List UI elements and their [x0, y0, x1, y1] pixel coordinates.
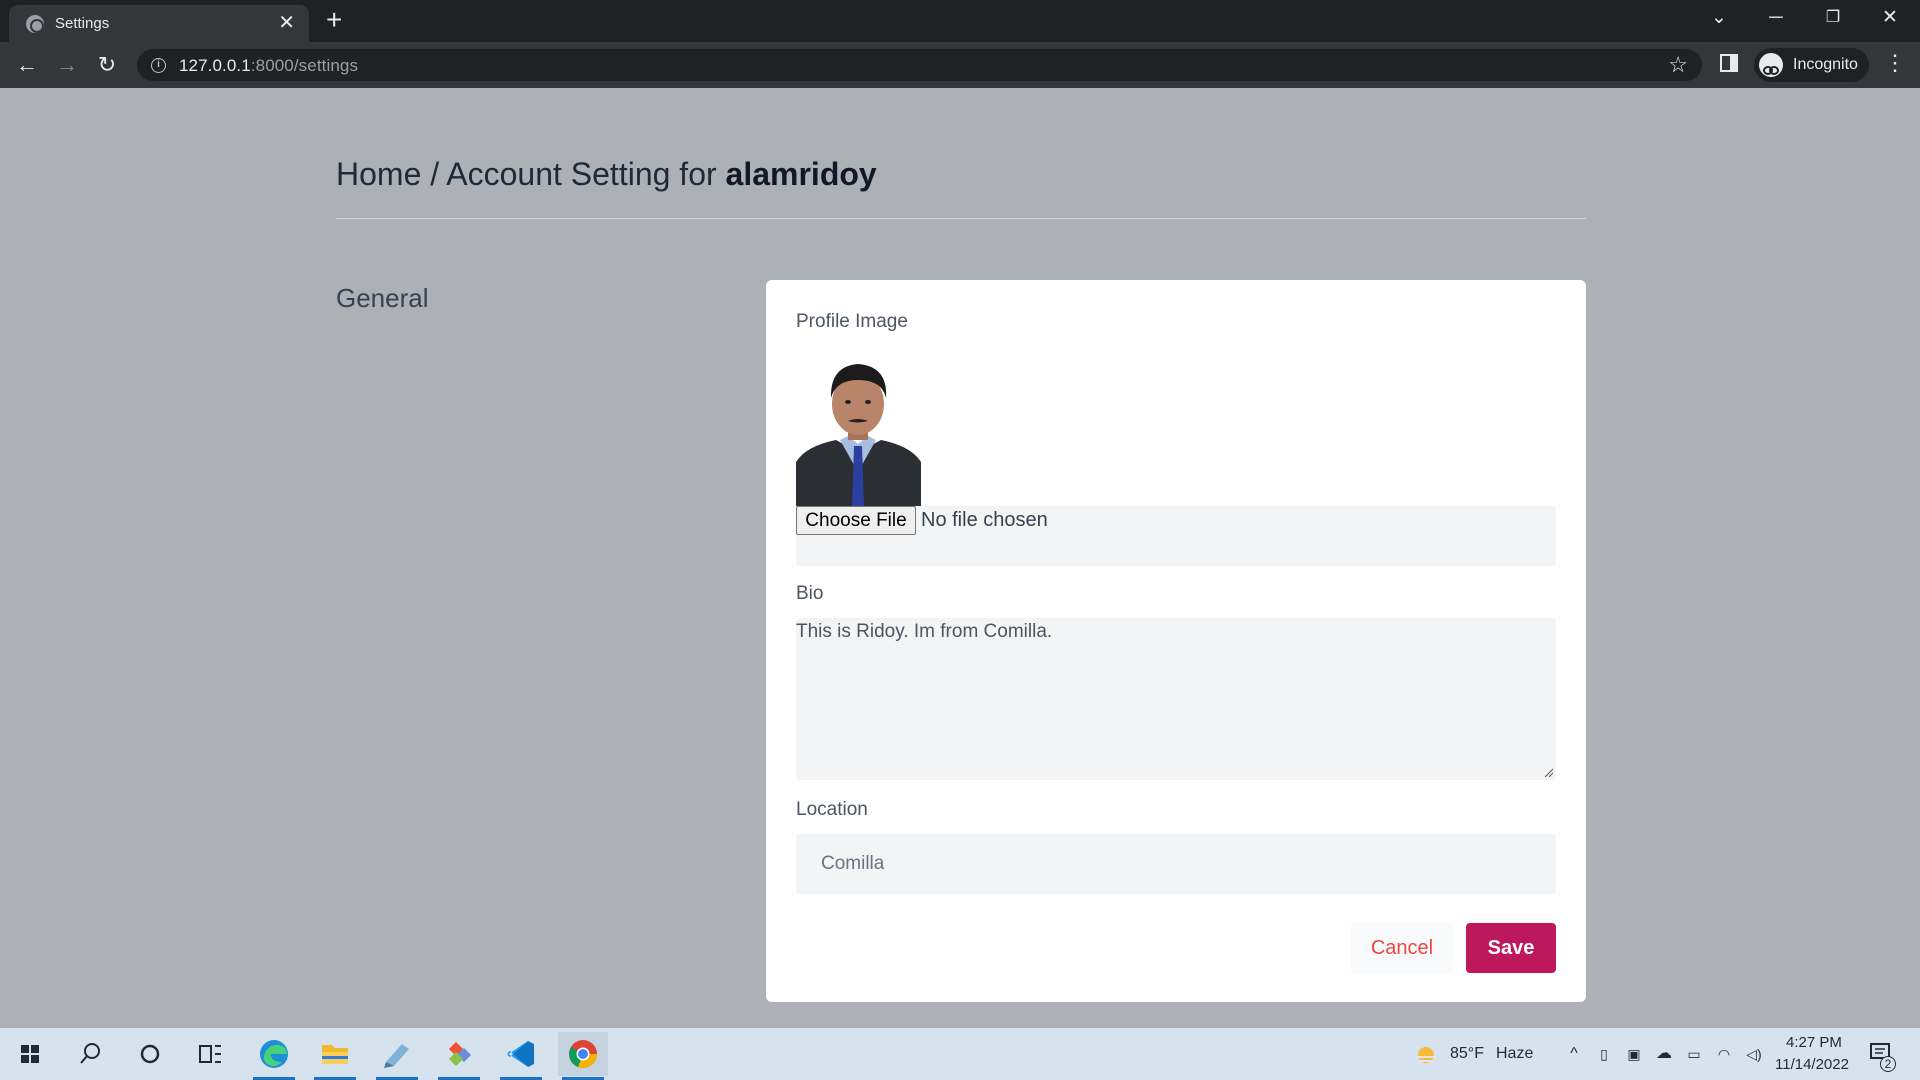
battery-icon[interactable]: ▭	[1684, 1044, 1704, 1064]
address-bar[interactable]: i 127.0.0.1:8000/settings ☆	[137, 49, 1702, 81]
chrome-icon[interactable]	[558, 1032, 608, 1080]
notepad-icon[interactable]	[372, 1032, 422, 1080]
profile-image-label: Profile Image	[796, 311, 908, 332]
onedrive-icon[interactable]: ☁	[1654, 1044, 1674, 1064]
save-button[interactable]: Save	[1466, 923, 1556, 973]
incognito-profile-button[interactable]: Incognito	[1754, 48, 1869, 82]
side-panel-icon[interactable]	[1720, 54, 1738, 72]
settings-form-card: Profile Image Choose File No file chosen…	[766, 280, 1586, 1002]
location-input[interactable]: Comilla	[796, 834, 1556, 894]
profile-image	[796, 354, 921, 506]
weather-desc[interactable]: Haze	[1496, 1045, 1533, 1063]
breadcrumb-text: Home / Account Setting for	[336, 156, 717, 192]
task-view-icon[interactable]	[185, 1032, 235, 1076]
tab-title: Settings	[55, 15, 110, 32]
location-value: Comilla	[821, 853, 885, 874]
location-label: Location	[796, 799, 868, 820]
new-tab-icon[interactable]: +	[326, 6, 342, 34]
globe-icon	[26, 15, 44, 33]
cortana-icon[interactable]	[125, 1032, 175, 1076]
cancel-button[interactable]: Cancel	[1351, 923, 1453, 973]
browser-menu-icon[interactable]: ⋮	[1884, 52, 1906, 74]
bio-textarea[interactable]: This is Ridoy. Im from Comilla.	[796, 618, 1556, 780]
search-icon[interactable]	[65, 1032, 115, 1076]
header-divider	[336, 218, 1586, 219]
browser-tab-strip: Settings ✕ + ⌄ ─ ❐ ✕	[0, 0, 1920, 42]
notification-count-badge: 2	[1880, 1056, 1896, 1072]
browser-tab-settings[interactable]: Settings ✕	[9, 5, 309, 42]
file-input[interactable]: Choose File No file chosen	[796, 506, 1556, 566]
vscode-icon[interactable]	[496, 1032, 546, 1080]
bookmark-star-icon[interactable]: ☆	[1668, 52, 1688, 78]
edge-icon[interactable]	[249, 1032, 299, 1080]
browser-toolbar: ← → ↻ i 127.0.0.1:8000/settings ☆ Incogn…	[0, 42, 1920, 88]
restore-icon[interactable]: ❐	[1818, 7, 1848, 29]
chevron-up-icon[interactable]: ^	[1564, 1044, 1584, 1064]
reload-icon[interactable]: ↻	[94, 52, 120, 78]
file-explorer-icon[interactable]	[310, 1032, 360, 1080]
breadcrumb: Home / Account Setting for alamridoy	[336, 156, 877, 193]
close-tab-icon[interactable]: ✕	[278, 13, 295, 33]
file-status-text: No file chosen	[921, 509, 1048, 531]
wifi-icon[interactable]: ◠	[1714, 1044, 1734, 1064]
page-content: Home / Account Setting for alamridoy Gen…	[0, 88, 1920, 1028]
close-window-icon[interactable]: ✕	[1875, 7, 1905, 29]
incognito-label: Incognito	[1793, 56, 1858, 73]
weather-icon[interactable]	[1414, 1042, 1438, 1066]
bio-label: Bio	[796, 583, 824, 604]
git-icon[interactable]	[434, 1032, 484, 1080]
username: alamridoy	[725, 156, 877, 192]
choose-file-button[interactable]: Choose File	[796, 506, 916, 535]
windows-taskbar: 85°F Haze ^ ▯ ▣ ☁ ▭ ◠ ◁) 4:27 PM 11/14/2…	[0, 1028, 1920, 1080]
incognito-icon	[1759, 53, 1783, 77]
bio-value: This is Ridoy. Im from Comilla.	[796, 621, 1053, 642]
minimize-icon[interactable]: ─	[1761, 7, 1791, 29]
resize-grip-icon[interactable]	[1543, 767, 1553, 777]
weather-temp[interactable]: 85°F	[1450, 1045, 1484, 1063]
back-icon[interactable]: ←	[14, 52, 40, 78]
section-label-general: General	[336, 283, 429, 313]
url-text[interactable]: 127.0.0.1:8000/settings	[179, 56, 358, 76]
forward-icon[interactable]: →	[54, 52, 80, 78]
volume-icon[interactable]: ◁)	[1744, 1044, 1764, 1064]
meet-icon[interactable]: ▯	[1594, 1044, 1614, 1064]
site-info-icon[interactable]: i	[151, 58, 166, 73]
start-icon[interactable]	[5, 1032, 55, 1076]
clock-time[interactable]: 4:27 PM	[1786, 1034, 1842, 1051]
security-icon[interactable]: ▣	[1624, 1044, 1644, 1064]
tab-search-icon[interactable]: ⌄	[1704, 7, 1734, 29]
clock-date[interactable]: 11/14/2022	[1775, 1056, 1849, 1073]
